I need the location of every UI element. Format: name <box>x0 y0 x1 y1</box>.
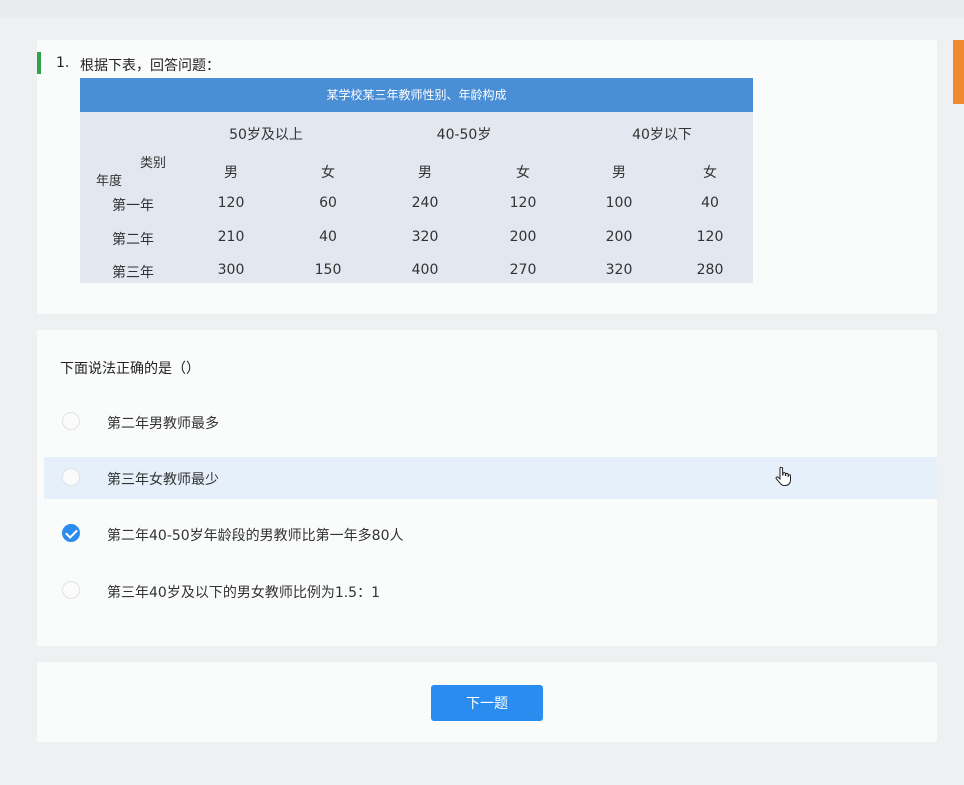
table-cell: 100 <box>605 195 633 211</box>
check-circle-icon[interactable] <box>62 524 80 542</box>
table-cell: 320 <box>605 262 633 278</box>
gender-header: 女 <box>321 165 335 181</box>
table-cell: 120 <box>509 195 537 211</box>
row-year: 第一年 <box>112 198 154 214</box>
data-table: 某学校某三年教师性别、年龄构成 50岁及以上 40-50岁 40岁以下 类别 年… <box>80 78 753 283</box>
table-cell: 120 <box>217 195 245 211</box>
hand-pointer-icon <box>775 467 791 486</box>
option-label: 第二年40-50岁年龄段的男教师比第一年多80人 <box>107 528 404 544</box>
radio-icon[interactable] <box>62 581 80 599</box>
gender-header: 男 <box>612 165 626 181</box>
question-number: 1. <box>56 55 70 71</box>
age-group-header: 40-50岁 <box>436 127 492 143</box>
table-caption: 某学校某三年教师性别、年龄构成 <box>80 78 753 112</box>
row-year: 第二年 <box>112 232 154 248</box>
gender-header: 男 <box>418 165 432 181</box>
age-group-header: 40岁以下 <box>632 127 692 143</box>
header-corner-year: 年度 <box>96 174 123 189</box>
table-cell: 270 <box>509 262 537 278</box>
gender-header: 男 <box>224 165 238 181</box>
option-c[interactable]: 第二年40-50岁年龄段的男教师比第一年多80人 <box>44 513 937 555</box>
table-cell: 200 <box>605 229 633 245</box>
table-cell: 210 <box>217 229 245 245</box>
option-b[interactable]: 第三年女教师最少 <box>44 457 937 499</box>
top-bar <box>0 0 964 18</box>
row-year: 第三年 <box>112 265 154 281</box>
side-tab[interactable] <box>953 40 964 104</box>
table-cell: 280 <box>696 262 724 278</box>
options-card: 下面说法正确的是（） 第二年男教师最多 第三年女教师最少 第二年40-50岁年龄… <box>37 330 937 646</box>
option-label: 第三年40岁及以下的男女教师比例为1.5：1 <box>107 585 380 601</box>
table-cell: 200 <box>509 229 537 245</box>
next-question-button[interactable]: 下一题 <box>431 685 543 721</box>
age-group-header: 50岁及以上 <box>229 127 303 143</box>
gender-header: 女 <box>516 165 530 181</box>
sub-question: 下面说法正确的是（） <box>60 361 200 377</box>
table-cell: 40 <box>319 229 337 245</box>
next-card: 下一题 <box>37 662 937 742</box>
table-cell: 60 <box>319 195 337 211</box>
gender-header: 女 <box>703 165 717 181</box>
option-a[interactable]: 第二年男教师最多 <box>44 401 937 443</box>
question-prompt: 根据下表，回答问题： <box>80 58 220 74</box>
question-card: 1. 根据下表，回答问题： 某学校某三年教师性别、年龄构成 50岁及以上 40-… <box>37 40 937 314</box>
header-corner-category: 类别 <box>140 156 167 171</box>
radio-icon[interactable] <box>62 412 80 430</box>
table-cell: 40 <box>701 195 719 211</box>
table-cell: 120 <box>696 229 724 245</box>
table-cell: 320 <box>411 229 439 245</box>
radio-icon[interactable] <box>62 468 80 486</box>
question-marker <box>37 52 41 74</box>
table-cell: 300 <box>217 262 245 278</box>
option-d[interactable]: 第三年40岁及以下的男女教师比例为1.5：1 <box>44 570 937 612</box>
table-cell: 150 <box>314 262 342 278</box>
option-label: 第三年女教师最少 <box>107 472 219 488</box>
table-cell: 240 <box>411 195 439 211</box>
option-label: 第二年男教师最多 <box>107 416 219 432</box>
table-cell: 400 <box>411 262 439 278</box>
